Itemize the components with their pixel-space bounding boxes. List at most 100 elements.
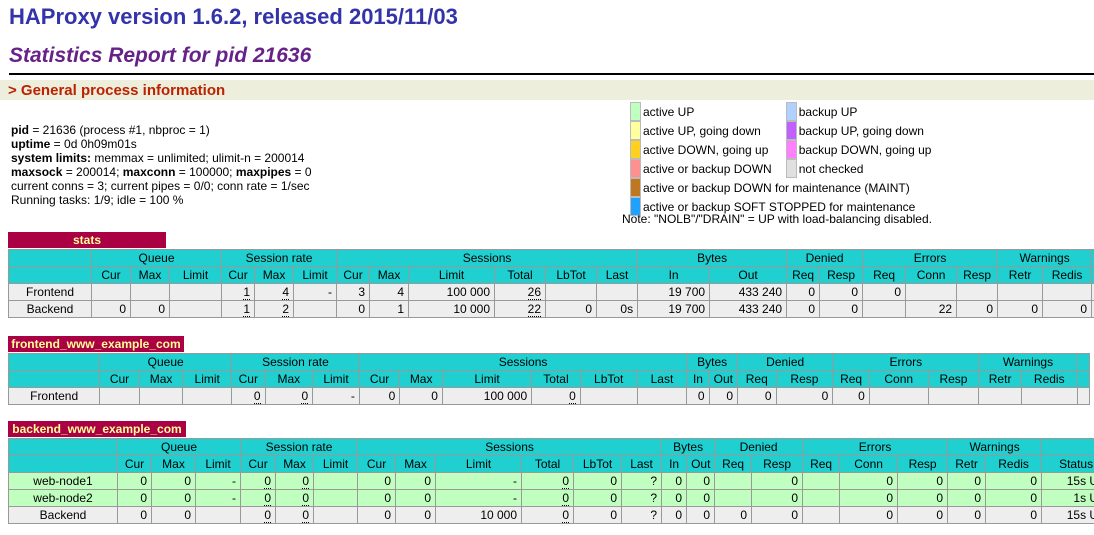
col-max: Max (138, 370, 184, 388)
cell-link[interactable]: 0 (562, 508, 570, 523)
cell-b-out: 0 (686, 489, 716, 507)
col-total: Total (494, 266, 547, 284)
cell-link[interactable]: 0 (264, 491, 272, 506)
col-cur: Cur (336, 266, 371, 284)
cell-link[interactable]: 0 (302, 474, 310, 489)
cell-q-max: 0 (151, 472, 196, 490)
cell-link[interactable]: 0 (253, 389, 261, 404)
proxy-title-backend[interactable]: backend_www_example_com (8, 421, 186, 437)
cell-e-resp: 0 (956, 300, 999, 318)
cell-b-in: 0 (661, 489, 688, 507)
cell-link[interactable]: 4 (282, 285, 290, 300)
row-name[interactable]: Frontend (7, 387, 101, 405)
cell-s-cur: 3 (336, 283, 371, 301)
maxsock-line: maxsock = 200014; maxconn = 100000; maxp… (11, 165, 312, 179)
row-name[interactable]: Backend (8, 300, 92, 318)
cell-link[interactable]: 1 (243, 285, 251, 300)
cell-d-req: 0 (714, 506, 753, 524)
group-bytes: Bytes (661, 438, 716, 456)
row-name[interactable]: Frontend (8, 283, 92, 301)
row-name[interactable]: web-node1 (8, 472, 118, 490)
cell-b-in: 19 700 (637, 300, 711, 318)
cell-r-max: 0 (264, 387, 314, 405)
col-limit: Limit (168, 266, 223, 284)
maxconn-key: maxconn (122, 165, 176, 179)
cell-r-max: 0 (275, 506, 315, 524)
cell-w-retr (997, 283, 1044, 301)
cell-q-limit (182, 387, 233, 405)
cell-s-limit: - (435, 472, 523, 490)
cell-link[interactable]: 0 (264, 508, 272, 523)
cell-link[interactable]: 26 (527, 285, 542, 300)
status-cell: 1s UP (1041, 489, 1094, 507)
col-req: Req (862, 266, 907, 284)
cell-d-resp: 0 (819, 300, 864, 318)
cell-link[interactable]: 0 (562, 474, 570, 489)
cell-d-resp: 0 (751, 489, 804, 507)
proxy-title-stats[interactable]: stats (8, 232, 166, 248)
cell-e-req (862, 300, 907, 318)
maxsock-key: maxsock (11, 165, 63, 179)
cell-s-limit: 10 000 (435, 506, 523, 524)
legend-swatch (785, 102, 797, 121)
cell-link[interactable]: 0 (302, 508, 310, 523)
cell-q-cur: 0 (117, 472, 152, 490)
cell-w-retr: 0 (947, 472, 987, 490)
table-row: Backend 0 0 1 2 0 1 10 000 22 0 0s 19 700 433 240 0 0 2… (8, 300, 1094, 318)
cell-b-in: 0 (686, 387, 710, 405)
group-warnings: Warnings (947, 438, 1043, 456)
cell-link[interactable]: 1 (243, 302, 251, 317)
col-max: Max (264, 370, 314, 388)
legend-label: backup UP, going down (798, 123, 924, 138)
cell-s-max: 4 (369, 283, 410, 301)
cell-link[interactable]: 0 (301, 389, 309, 404)
cell-r-cur: 1 (221, 283, 256, 301)
col-max: Max (254, 266, 295, 284)
cell-s-total: 0 (531, 387, 581, 405)
cell-e-resp: 0 (897, 472, 949, 490)
cell-w-redis (1020, 387, 1078, 405)
col-req: Req (832, 370, 870, 388)
legend-label: active or backup DOWN for maintenance (M… (643, 180, 910, 195)
row-name[interactable]: Backend (8, 506, 118, 524)
legend-swatch (630, 121, 641, 140)
cell-link[interactable]: 2 (282, 302, 290, 317)
cell-link[interactable]: 22 (527, 302, 542, 317)
cell-w-retr: 0 (947, 506, 987, 524)
cell-w-redis: 0 (985, 489, 1043, 507)
cell-link[interactable]: 0 (562, 491, 570, 506)
conns-line: current conns = 3; current pipes = 0/0; … (11, 179, 310, 193)
cell-s-cur: 0 (357, 472, 397, 490)
table-row: web-node100-0000-00?000000015s UP (8, 472, 1094, 490)
legend-swatch (630, 140, 641, 159)
maxpipes-value: = 0 (291, 165, 312, 179)
limits-value: memmax = unlimited; ulimit-n = 200014 (91, 151, 305, 165)
cell-b-out: 0 (708, 387, 739, 405)
cell-e-req (802, 506, 841, 524)
cell-link[interactable]: 0 (569, 389, 576, 404)
cell-r-cur: 0 (231, 387, 266, 405)
cell-r-limit: - (312, 387, 360, 405)
cell-w-retr: 0 (947, 489, 987, 507)
cell-q-limit (194, 506, 242, 524)
cell-b-in: 0 (661, 506, 688, 524)
group-denied: Denied (786, 249, 864, 267)
cell-q-cur: 0 (117, 506, 152, 524)
cell-e-conn: 22 (905, 300, 958, 318)
cell-s-last: ? (621, 506, 663, 524)
cell-s-limit: 10 000 (408, 300, 496, 318)
cell-d-resp: 0 (751, 472, 804, 490)
row-name[interactable]: web-node2 (8, 489, 118, 507)
col-retr: Retr (978, 370, 1022, 388)
legend-label: active DOWN, going up (643, 142, 769, 157)
proxy-title-frontend[interactable]: frontend_www_example_com (8, 336, 184, 352)
col-resp: Resp (927, 370, 980, 388)
uptime-value: = 0d 0h09m01s (50, 137, 137, 151)
cell-link[interactable]: 0 (302, 491, 310, 506)
table-row: web-node200-0000-00?00000001s UP (8, 489, 1094, 507)
cell-q-cur: 0 (91, 300, 131, 318)
cell-s-last: 0s (596, 300, 639, 318)
group-session-rate: Session rate (231, 353, 360, 371)
cell-s-last (636, 387, 688, 405)
cell-link[interactable]: 0 (264, 474, 272, 489)
